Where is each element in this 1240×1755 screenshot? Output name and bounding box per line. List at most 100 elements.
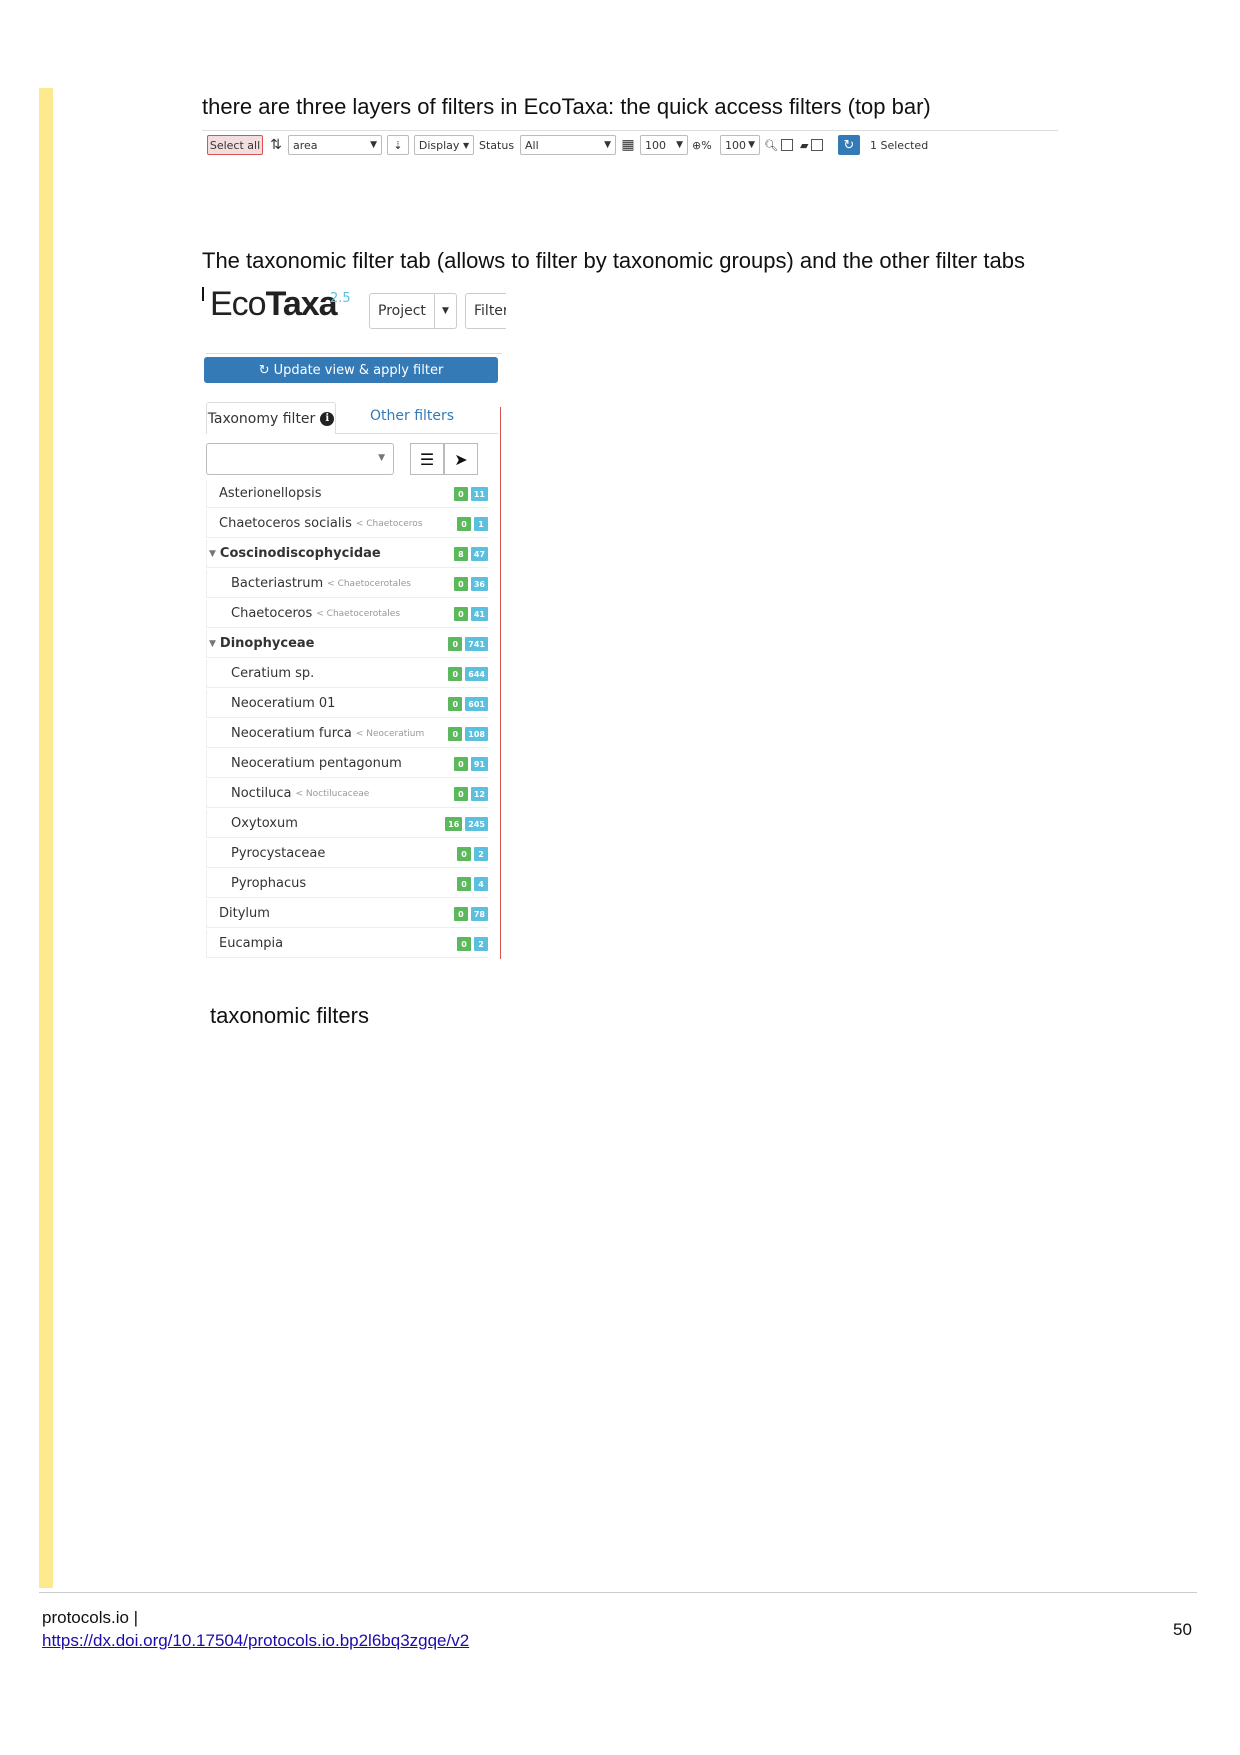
taxon-row[interactable]: Pyrocystaceae 0 2 — [206, 840, 488, 868]
total-count-badge: 245 — [465, 817, 488, 831]
taxon-counts: 0 12 — [453, 787, 488, 801]
ecotaxa-logo: EcoTaxa — [210, 285, 338, 324]
expand-icon[interactable]: ▼ — [209, 639, 216, 649]
taxon-name: Neoceratium pentagonum — [231, 756, 402, 771]
info-icon[interactable]: i — [320, 411, 335, 426]
taxon-row[interactable]: Oxytoxum 16 245 — [206, 810, 488, 838]
validated-count-badge: 0 — [448, 697, 463, 711]
taxon-row[interactable]: Bacteriastrum < Chaetocerotales 0 36 — [206, 570, 488, 598]
caret-down-icon: ▼ — [462, 140, 470, 150]
search-icon: 🔍︎ — [764, 138, 778, 152]
taxon-counts: 0 91 — [453, 757, 488, 771]
tab-other-filters[interactable]: Other filters — [370, 408, 454, 424]
validated-count-badge: 0 — [457, 847, 471, 861]
validated-count-badge: 0 — [457, 877, 471, 891]
taxon-row[interactable]: Neoceratium pentagonum 0 91 — [206, 750, 488, 778]
magnifier-checkbox[interactable] — [780, 139, 793, 151]
status-label: Status — [479, 138, 515, 152]
select-all-button[interactable]: Select all — [207, 135, 263, 155]
taxon-counts: 8 47 — [453, 547, 488, 561]
chevron-down-icon: ▼ — [370, 140, 377, 150]
comment-checkbox[interactable] — [811, 139, 824, 151]
taxon-name: Noctiluca — [231, 786, 292, 801]
taxon-counts: 0 741 — [448, 637, 488, 651]
status-select[interactable]: All ▼ — [520, 135, 616, 155]
sort-field-select[interactable]: area ▼ — [288, 135, 382, 155]
taxon-row[interactable]: Neoceratium 01 0 601 — [206, 690, 488, 718]
taxon-name: Ditylum — [219, 906, 270, 921]
panel-edge — [500, 407, 501, 959]
total-count-badge: 47 — [470, 547, 488, 561]
total-count-badge: 41 — [470, 607, 488, 621]
taxon-counts: 0 36 — [453, 577, 488, 591]
taxon-row[interactable]: Noctiluca < Noctilucaceae 0 12 — [206, 780, 488, 808]
total-count-badge: 78 — [470, 907, 488, 921]
paragraph-taxonomic-filter: The taxonomic filter tab (allows to filt… — [202, 248, 1025, 273]
project-menu-button[interactable]: Project ▼ — [369, 293, 457, 329]
validated-count-badge: 0 — [448, 727, 463, 741]
total-count-badge: 644 — [465, 667, 488, 681]
divider — [206, 353, 502, 354]
tab-taxonomy-filter[interactable]: Taxonomy filter i — [206, 402, 336, 434]
taxon-name: Dinophyceae — [219, 636, 315, 651]
display-dropdown[interactable]: Display ▼ — [414, 135, 474, 155]
total-count-badge: 2 — [474, 847, 488, 861]
comment-toggle[interactable]: ▰ — [800, 135, 832, 155]
zoom-select[interactable]: 100 ▼ — [720, 135, 760, 155]
taxon-name: Neoceratium furca — [231, 726, 352, 741]
taxon-counts: 0 78 — [453, 907, 488, 921]
taxon-counts: 04 — [457, 877, 488, 891]
chevron-down-icon: ▼ — [748, 140, 755, 150]
sort-order-icon[interactable]: ⇣ — [387, 135, 409, 155]
chevron-down-icon: ▼ — [676, 140, 683, 150]
tags-button[interactable]: ➤ — [444, 443, 478, 475]
footer-doi-link[interactable]: https://dx.doi.org/10.17504/protocols.io… — [42, 1631, 469, 1651]
taxon-ancestor: < Chaetocerotales — [316, 608, 401, 619]
logo-version: 2.5 — [330, 291, 351, 306]
taxon-counts: 0 108 — [448, 727, 488, 741]
taxon-name: Pyrophacus — [231, 876, 307, 891]
taxon-ancestor: < Neoceratium — [355, 728, 425, 739]
sort-arrows-icon[interactable]: ⇅ — [268, 135, 284, 155]
taxon-name: Eucampia — [219, 936, 284, 951]
page-size-select[interactable]: 100 ▼ — [640, 135, 688, 155]
taxon-row[interactable]: Pyrophacus 0 4 — [206, 870, 488, 898]
sort-field-value: area — [293, 138, 318, 152]
taxon-ancestor: < Noctilucaceae — [295, 788, 370, 799]
taxon-row[interactable]: Ceratium sp. 0 644 — [206, 660, 488, 688]
taxon-ancestor: < Chaetocerotales — [327, 578, 411, 589]
refresh-button[interactable]: ↻ — [838, 135, 860, 155]
validated-count-badge: 16 — [445, 817, 463, 831]
list-view-button[interactable]: ☰ — [410, 443, 444, 475]
taxon-counts: 0 644 — [448, 667, 488, 681]
total-count-badge: 601 — [465, 697, 488, 711]
logo-taxa: Taxa — [265, 285, 338, 323]
logo-eco: Eco — [210, 285, 267, 323]
taxon-row[interactable]: Eucampia 0 2 — [206, 930, 488, 958]
expand-icon[interactable]: ▼ — [209, 549, 216, 559]
taxon-row[interactable]: Neoceratium furca < Neoceratium 0 108 — [206, 720, 488, 748]
filter-menu-button[interactable]: Filter — [465, 293, 506, 329]
taxon-row[interactable]: Asterionellopsis 0 11 — [206, 480, 488, 508]
update-view-label: Update view & apply filter — [273, 362, 444, 378]
tab-taxonomy-label: Taxonomy filter — [207, 410, 316, 427]
validated-count-badge: 0 — [453, 487, 468, 501]
taxon-row[interactable]: ▼ Coscinodiscophycidae 8 47 — [206, 540, 488, 568]
update-view-button[interactable]: ↻ Update view & apply filter — [204, 357, 498, 383]
validated-count-badge: 0 — [453, 577, 468, 591]
taxon-search-input[interactable]: ▼ — [206, 443, 394, 475]
taxon-row[interactable]: ▼ Dinophyceae 0 741 — [206, 630, 488, 658]
taxon-name: Bacteriastrum — [231, 576, 324, 591]
zoom-percent: % — [701, 138, 712, 152]
taxon-row[interactable]: Ditylum 0 78 — [206, 900, 488, 928]
selected-count: 1 Selected — [870, 138, 929, 152]
taxon-counts: 0 601 — [448, 697, 488, 711]
margin-highlight-bar — [39, 88, 53, 1588]
taxon-row[interactable]: Chaetoceros < Chaetocerotales 0 41 — [206, 600, 488, 628]
taxon-counts: 01 — [457, 517, 488, 531]
magnifier-toggle[interactable]: 🔍︎ — [764, 135, 794, 155]
taxon-name: Chaetoceros socialis — [219, 516, 352, 531]
grid-icon: ▦ — [621, 137, 635, 153]
taxon-row[interactable]: Chaetoceros socialis < Chaetoceros 0 1 — [206, 510, 488, 538]
paragraph-quick-filters: there are three layers of filters in Eco… — [202, 94, 931, 119]
